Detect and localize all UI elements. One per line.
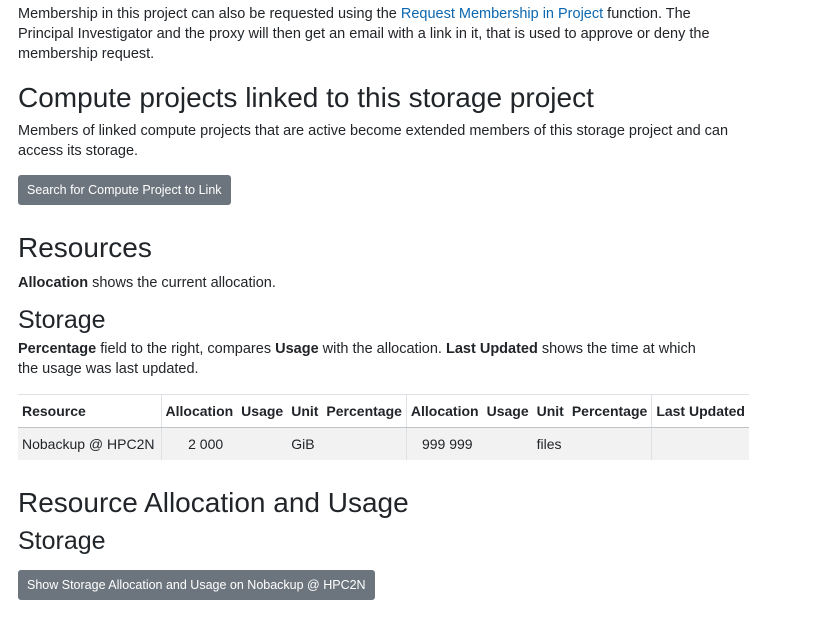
- storage-heading: Storage: [18, 306, 106, 334]
- table-header-row: Resource Allocation Usage Unit Percentag…: [18, 394, 749, 428]
- request-membership-link[interactable]: Request Membership in Project: [401, 6, 603, 22]
- col-resource: Resource: [18, 394, 161, 428]
- col-file-allocation: Allocation: [405, 394, 483, 428]
- membership-text-before: Membership in this project can also be r…: [18, 6, 401, 22]
- last-updated-term: Last Updated: [446, 341, 538, 357]
- storage-text-1: field to the right, compares: [96, 341, 276, 357]
- cell-usage: [237, 427, 288, 460]
- col-usage: Usage: [237, 394, 288, 428]
- page-content: Membership in this project can also be r…: [18, 4, 749, 600]
- cell-percentage: [322, 427, 407, 460]
- cell-resource: Nobackup @ HPC2N: [18, 427, 161, 460]
- allocation-usage-heading: Resource Allocation and Usage: [18, 487, 409, 518]
- membership-paragraph: Membership in this project can also be r…: [18, 4, 718, 64]
- cell-file-usage: [482, 427, 533, 460]
- resources-heading: Resources: [18, 232, 152, 263]
- percentage-term: Percentage: [18, 341, 97, 357]
- storage-description: Percentage field to the right, compares …: [18, 339, 718, 379]
- col-last-updated: Last Updated: [651, 394, 749, 428]
- cell-file-percentage: [567, 427, 652, 460]
- col-allocation: Allocation: [160, 394, 238, 428]
- compute-projects-heading: Compute projects linked to this storage …: [18, 82, 594, 113]
- usage-term: Usage: [275, 341, 319, 357]
- compute-projects-description: Members of linked compute projects that …: [18, 123, 729, 159]
- cell-file-allocation: 999 999: [405, 427, 483, 460]
- show-storage-allocation-button[interactable]: Show Storage Allocation and Usage on Nob…: [18, 570, 375, 600]
- cell-unit: GiB: [287, 427, 323, 460]
- storage-resources-table: Resource Allocation Usage Unit Percentag…: [18, 394, 749, 460]
- col-file-percentage: Percentage: [567, 394, 652, 428]
- col-file-usage: Usage: [482, 394, 533, 428]
- col-unit: Unit: [287, 394, 323, 428]
- cell-last-updated: [651, 427, 749, 460]
- allocation-storage-heading: Storage: [18, 527, 106, 555]
- cell-file-unit: files: [532, 427, 568, 460]
- col-file-unit: Unit: [532, 394, 568, 428]
- col-percentage: Percentage: [322, 394, 407, 428]
- table-row: Nobackup @ HPC2N 2 000 GiB 999 999 files: [18, 427, 749, 460]
- storage-text-2: with the allocation.: [318, 341, 446, 357]
- allocation-term: Allocation: [18, 275, 89, 291]
- allocation-explanation: shows the current allocation.: [88, 275, 276, 291]
- cell-allocation: 2 000: [160, 427, 238, 460]
- resources-description: Allocation shows the current allocation.: [18, 273, 748, 293]
- search-compute-project-button[interactable]: Search for Compute Project to Link: [18, 175, 231, 205]
